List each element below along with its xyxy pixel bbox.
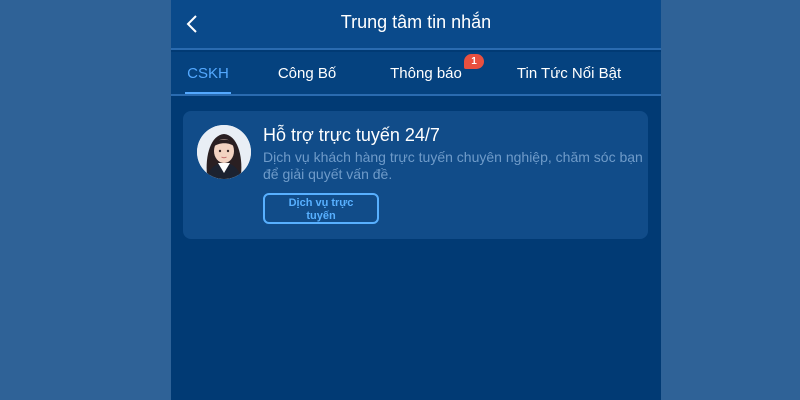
- tab-cskh[interactable]: CSKH: [185, 52, 231, 96]
- support-card: Hỗ trợ trực tuyến 24/7 Dịch vụ khách hàn…: [183, 111, 648, 239]
- online-service-button[interactable]: Dịch vụ trực tuyến: [263, 193, 379, 224]
- support-agent-avatar: [197, 125, 251, 179]
- tab-tin-tuc-noi-bat[interactable]: Tin Tức Nổi Bật: [504, 52, 634, 96]
- message-center-panel: Trung tâm tin nhắn CSKH Công Bố Thông bá…: [171, 0, 661, 400]
- page-title: Trung tâm tin nhắn: [340, 12, 492, 32]
- tab-cong-bo[interactable]: Công Bố: [267, 52, 347, 96]
- header-bar: Trung tâm tin nhắn: [171, 0, 661, 50]
- tab-bar: CSKH Công Bố Thông báo Tin Tức Nổi Bật: [171, 52, 661, 96]
- tab-thong-bao[interactable]: Thông báo: [381, 52, 471, 96]
- notification-badge: 1: [464, 54, 484, 69]
- support-title: Hỗ trợ trực tuyến 24/7: [263, 125, 440, 145]
- active-tab-indicator: [185, 92, 231, 94]
- support-description: Dịch vụ khách hàng trực tuyến chuyên ngh…: [263, 149, 643, 182]
